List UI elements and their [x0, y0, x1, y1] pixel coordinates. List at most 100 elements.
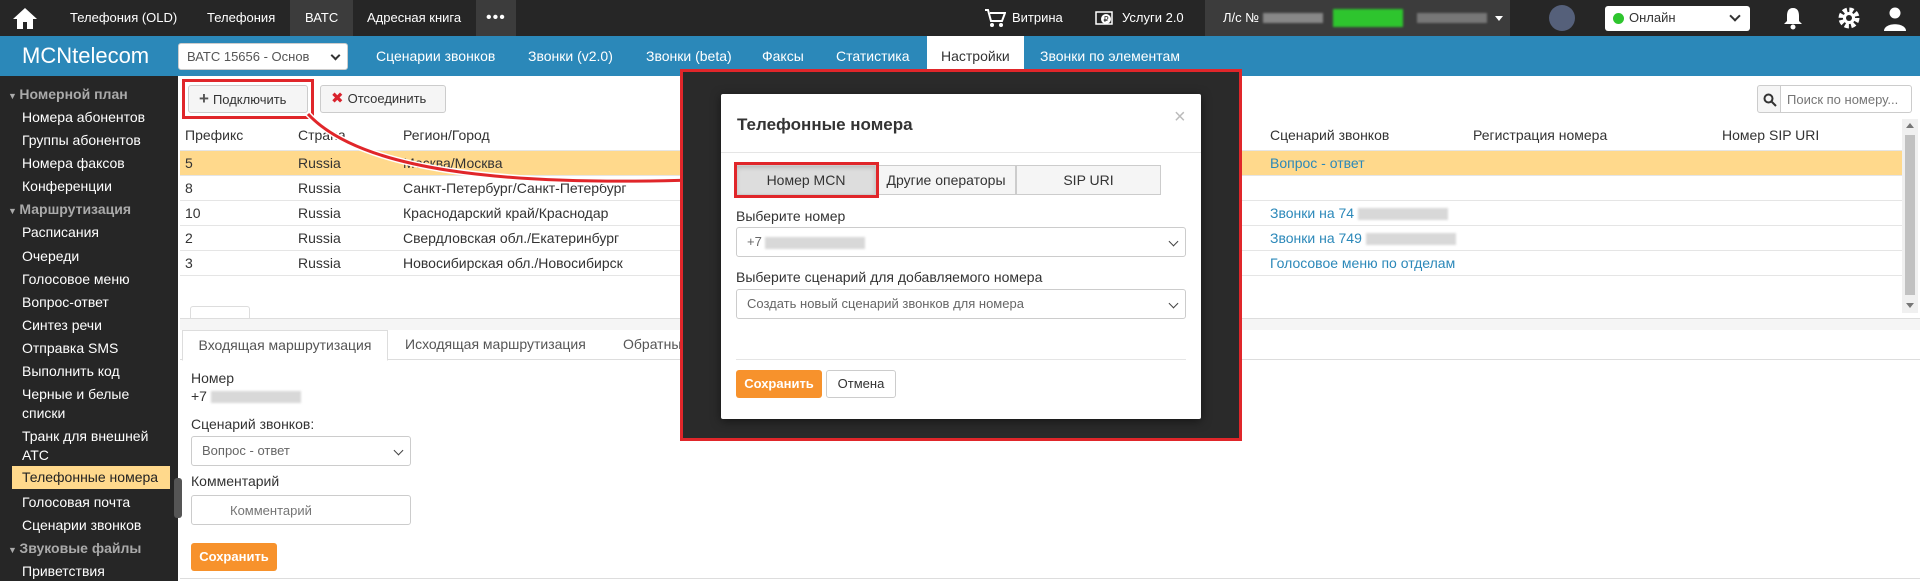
modal-save-button[interactable]: Сохранить	[736, 370, 822, 398]
cart-icon[interactable]	[984, 8, 1007, 28]
more-menu[interactable]: •••	[476, 0, 516, 36]
tab-other-operators[interactable]: Другие операторы	[876, 165, 1016, 195]
gear-icon[interactable]	[1836, 5, 1862, 31]
search-input[interactable]	[1781, 85, 1912, 113]
cell-scenario[interactable]: Голосовое меню по отделам	[1270, 255, 1455, 271]
sidebar-group-routing[interactable]: ▼ Маршрутизация	[8, 201, 131, 217]
vats-select[interactable]: ВАТС 15656 - Основ	[178, 43, 348, 70]
number-select[interactable]: +7	[736, 227, 1186, 257]
modal-header-divider	[721, 152, 1201, 153]
sidebar-group-label: Маршрутизация	[19, 201, 131, 217]
cell-region: Новосибирская обл./Новосибирск	[403, 255, 623, 271]
caret-down-icon: ▼	[8, 91, 20, 101]
grid-scrollbar[interactable]	[1902, 119, 1918, 313]
column-header-sip-uri[interactable]: Номер SIP URI	[1722, 127, 1819, 143]
logo[interactable]: MCNtelecom	[22, 36, 149, 76]
sidebar-collapse-handle[interactable]	[174, 478, 182, 518]
scroll-down-icon[interactable]	[1906, 303, 1914, 308]
scroll-up-icon[interactable]	[1906, 123, 1914, 128]
hidden-number	[1357, 208, 1448, 221]
user-icon[interactable]	[1882, 5, 1908, 31]
cell-scenario[interactable]: Звонки на 74	[1270, 205, 1448, 221]
tab-calls-v2[interactable]: Звонки (v2.0)	[528, 36, 613, 76]
sidebar-group-number-plan[interactable]: ▼ Номерной план	[8, 86, 128, 102]
scenario-label: Сценарий звонков:	[191, 416, 315, 432]
account-label: Л/с №	[1223, 10, 1260, 25]
scenario-for-number-select[interactable]: Создать новый сценарий звонков для номер…	[736, 289, 1186, 319]
sidebar-item-run-code[interactable]: Выполнить код	[22, 363, 120, 379]
account-name-hidden	[1417, 13, 1487, 23]
sidebar-group-label: Номерной план	[19, 86, 128, 102]
sidebar-item-subscriber-numbers[interactable]: Номера абонентов	[22, 109, 145, 125]
chevron-down-icon	[330, 50, 341, 61]
avatar[interactable]	[1549, 5, 1575, 31]
sidebar-item-subscriber-groups[interactable]: Группы абонентов	[22, 132, 141, 148]
status-select[interactable]: Онлайн	[1605, 6, 1750, 31]
sidebar-item-fax-numbers[interactable]: Номера факсов	[22, 155, 125, 171]
account-section[interactable]: Л/с №	[1205, 0, 1510, 36]
search-button[interactable]	[1757, 85, 1781, 113]
tab-telephony[interactable]: Телефония	[207, 0, 275, 36]
scenario-select[interactable]: Вопрос - ответ	[191, 436, 411, 466]
sidebar-item-greetings[interactable]: Приветствия	[22, 563, 105, 579]
comment-label: Комментарий	[191, 473, 280, 489]
chevron-down-icon	[393, 445, 404, 456]
tab-call-scenarios[interactable]: Сценарии звонков	[376, 36, 495, 76]
chevron-down-icon	[1168, 298, 1179, 309]
detail-save-button[interactable]: Сохранить	[191, 543, 277, 571]
sidebar-item-black-white-lists-2[interactable]: списки	[22, 405, 65, 421]
tab-vats[interactable]: ВАТС	[290, 0, 354, 36]
modal-cancel-button[interactable]: Отмена	[826, 370, 896, 398]
bell-icon[interactable]	[1782, 6, 1804, 30]
hidden-number	[765, 236, 866, 249]
column-header-scenario[interactable]: Сценарий звонков	[1270, 127, 1389, 143]
services-icon[interactable]: ₽	[1094, 8, 1114, 28]
sidebar-item-voicemail[interactable]: Голосовая почта	[22, 494, 130, 510]
phone-numbers-modal: Телефонные номера × Номер MCN Другие опе…	[721, 94, 1201, 419]
comment-input[interactable]	[191, 495, 411, 525]
vats-select-value: ВАТС 15656 - Основ	[187, 49, 310, 64]
scenario-for-number-value: Создать новый сценарий звонков для номер…	[747, 296, 1024, 311]
number-value: +7	[191, 388, 301, 404]
sidebar-item-black-white-lists[interactable]: Черные и белые	[22, 386, 129, 402]
sidebar-item-speech-synthesis[interactable]: Синтез речи	[22, 317, 102, 333]
tab-address-book[interactable]: Адресная книга	[367, 0, 461, 36]
showcase-link[interactable]: Витрина	[1012, 0, 1063, 36]
top-bar: Телефония (OLD) Телефония ВАТС Адресная …	[0, 0, 1920, 36]
tab-incoming-routing[interactable]: Входящая маршрутизация	[182, 330, 388, 361]
sidebar-item-call-scenarios[interactable]: Сценарии звонков	[22, 517, 141, 533]
services-link[interactable]: Услуги 2.0	[1122, 0, 1184, 36]
cell-scenario[interactable]: Вопрос - ответ	[1270, 155, 1365, 171]
sidebar-item-conferences[interactable]: Конференции	[22, 178, 112, 194]
cell-scenario-text: Звонки на 74	[1270, 205, 1355, 221]
sidebar-item-voice-menu[interactable]: Голосовое меню	[22, 271, 130, 287]
number-value-text: +7	[191, 388, 207, 404]
sidebar-item-question-answer[interactable]: Вопрос-ответ	[22, 294, 109, 310]
tab-telephony-old[interactable]: Телефония (OLD)	[70, 0, 177, 36]
sidebar-item-external-pbx-trunk[interactable]: Транк для внешней	[22, 428, 148, 444]
number-label: Номер	[191, 370, 235, 386]
chevron-down-icon[interactable]	[1495, 16, 1503, 21]
cell-prefix: 3	[185, 255, 193, 271]
cell-scenario[interactable]: Звонки на 749	[1270, 230, 1456, 246]
connect-highlight	[182, 79, 314, 119]
sidebar-item-queues[interactable]: Очереди	[22, 248, 79, 264]
scroll-thumb[interactable]	[1905, 135, 1915, 295]
sidebar-item-send-sms[interactable]: Отправка SMS	[22, 340, 118, 356]
number-select-value: +7	[747, 234, 762, 249]
cell-country: Russia	[298, 230, 341, 246]
column-header-prefix[interactable]: Префикс	[185, 127, 243, 143]
caret-down-icon: ▼	[8, 206, 20, 216]
close-icon[interactable]: ×	[1174, 106, 1186, 129]
tab-outgoing-routing[interactable]: Исходящая маршрутизация	[405, 336, 586, 352]
tab-sip-uri[interactable]: SIP URI	[1016, 165, 1161, 195]
sidebar-item-schedules[interactable]: Расписания	[22, 224, 99, 240]
home-icon[interactable]	[12, 6, 38, 30]
sidebar-item-external-pbx-trunk-2[interactable]: АТС	[22, 447, 49, 463]
cell-prefix: 10	[185, 205, 201, 221]
sidebar-group-sound-files[interactable]: ▼ Звуковые файлы	[8, 540, 141, 556]
balance-hidden	[1333, 9, 1403, 27]
column-header-registration[interactable]: Регистрация номера	[1473, 127, 1607, 143]
sidebar-item-phone-numbers[interactable]: Телефонные номера	[12, 466, 170, 489]
detail-bottom-border	[180, 578, 1920, 579]
